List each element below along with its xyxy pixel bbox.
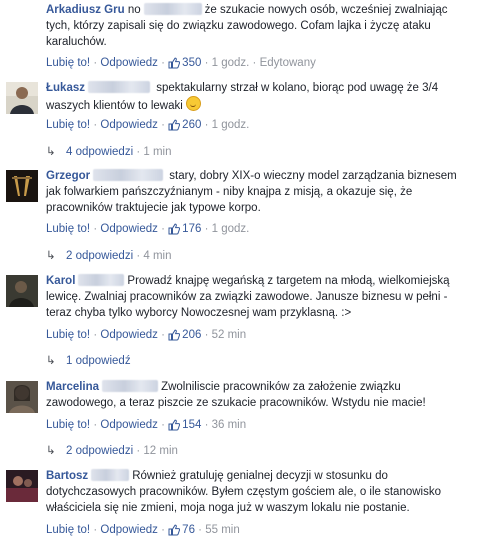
avatar-photo [6,470,38,502]
redacted-surname [91,469,130,481]
comment-feed: Arkadiusz Gru no że szukacie nowych osób,… [0,0,486,542]
replies-count[interactable]: 4 odpowiedzi [66,146,133,158]
avatar[interactable] [6,381,38,413]
comment-actions: Lubię to! · Odpowiedz · 76 · 55 min [46,524,240,536]
comment-body: Marcelina Zwolniliscie pracowników za zał… [46,379,466,411]
comment-body: Łukasz spektakularny strzał w kolano, bi… [46,80,466,114]
redacted-surname [102,380,159,392]
replies-count[interactable]: 2 odpowiedzi [66,445,133,457]
comment-author[interactable]: Bartosz [46,470,88,482]
avatar-photo [6,170,38,202]
redacted-surname [143,3,202,15]
reply-arrow-icon: ↳ [46,146,56,158]
comment-time[interactable]: 1 godz. [212,57,250,69]
like-button[interactable]: Lubię to! [46,329,90,341]
replies-count[interactable]: 2 odpowiedzi [66,250,133,262]
reply-button[interactable]: Odpowiedz [100,57,158,69]
reply-button[interactable]: Odpowiedz [100,329,158,341]
like-button[interactable]: Lubię to! [46,119,90,131]
comment-author[interactable]: Karol [46,275,75,287]
redacted-surname [93,169,164,181]
reply-button[interactable]: Odpowiedz [100,419,158,431]
comment-body: Bartosz Również gratuluję genialnej decyz… [46,468,466,516]
like-count[interactable]: 76 [168,524,195,536]
thumbs-up-icon [168,329,181,341]
reply-arrow-icon: ↳ [46,250,56,262]
replies-count[interactable]: 1 odpowiedź [66,355,131,367]
like-button[interactable]: Lubię to! [46,419,90,431]
comment-author[interactable]: Arkadiusz Gru [46,4,125,16]
replies-time: 12 min [143,445,178,457]
thumbs-up-icon [168,57,181,69]
comment-actions: Lubię to! · Odpowiedz · 176 · 1 godz. [46,223,250,235]
reply-arrow-icon: ↳ [46,355,56,367]
like-count[interactable]: 260 [168,119,201,131]
view-replies[interactable]: ↳ 2 odpowiedzi · 12 min [46,443,178,459]
avatar-photo [6,82,38,114]
comment-body: Arkadiusz Gru no że szukacie nowych osób,… [46,2,466,50]
like-count[interactable]: 154 [168,419,201,431]
comment-actions: Lubię to! · Odpowiedz · 206 · 52 min [46,329,247,341]
like-button[interactable]: Lubię to! [46,57,90,69]
like-button[interactable]: Lubię to! [46,524,90,536]
redacted-surname [88,81,150,93]
avatar[interactable] [6,470,38,502]
comment-time[interactable]: 1 godz. [212,119,250,131]
comment-actions: Lubię to! · Odpowiedz · 350 · 1 godz. · … [46,57,316,69]
comment-time[interactable]: 36 min [212,419,247,431]
like-button[interactable]: Lubię to! [46,223,90,235]
avatar-photo [6,381,38,413]
comment-time[interactable]: 1 godz. [212,223,250,235]
like-count[interactable]: 176 [168,223,201,235]
view-replies[interactable]: ↳ 1 odpowiedź [46,353,131,369]
thumbs-up-icon [168,419,181,431]
reply-button[interactable]: Odpowiedz [100,524,158,536]
thumbs-up-icon [168,119,181,131]
thumbs-up-icon [168,223,181,235]
comment-time[interactable]: 52 min [212,329,247,341]
comment-time[interactable]: 55 min [205,524,240,536]
avatar[interactable] [6,170,38,202]
comment-body: Karol Prowadź knajpę wegańską z targetem … [46,273,466,321]
avatar[interactable] [6,275,38,307]
view-replies[interactable]: ↳ 4 odpowiedzi · 1 min [46,144,172,160]
comment-body: Grzegor stary, dobry XIX-o wieczny model… [46,168,466,216]
replies-time: 4 min [143,250,172,262]
avatar[interactable] [6,82,38,114]
comment-author[interactable]: Grzegor [46,170,90,182]
replies-time: 1 min [143,146,172,158]
comment-author[interactable]: Marcelina [46,381,99,393]
reply-button[interactable]: Odpowiedz [100,223,158,235]
reply-button[interactable]: Odpowiedz [100,119,158,131]
like-count[interactable]: 350 [168,57,201,69]
view-replies[interactable]: ↳ 2 odpowiedzi · 4 min [46,248,172,264]
redacted-surname [78,274,125,286]
reply-arrow-icon: ↳ [46,445,56,457]
edited-label[interactable]: Edytowany [260,57,316,69]
comment-actions: Lubię to! · Odpowiedz · 260 · 1 godz. [46,119,250,131]
comment-actions: Lubię to! · Odpowiedz · 154 · 36 min [46,419,247,431]
avatar-photo [6,275,38,307]
comment-author[interactable]: Łukasz [46,82,85,94]
thumbs-up-icon [168,524,181,536]
grinning-face-icon [185,96,201,111]
like-count[interactable]: 206 [168,329,201,341]
comment-text-start: no [127,4,141,16]
